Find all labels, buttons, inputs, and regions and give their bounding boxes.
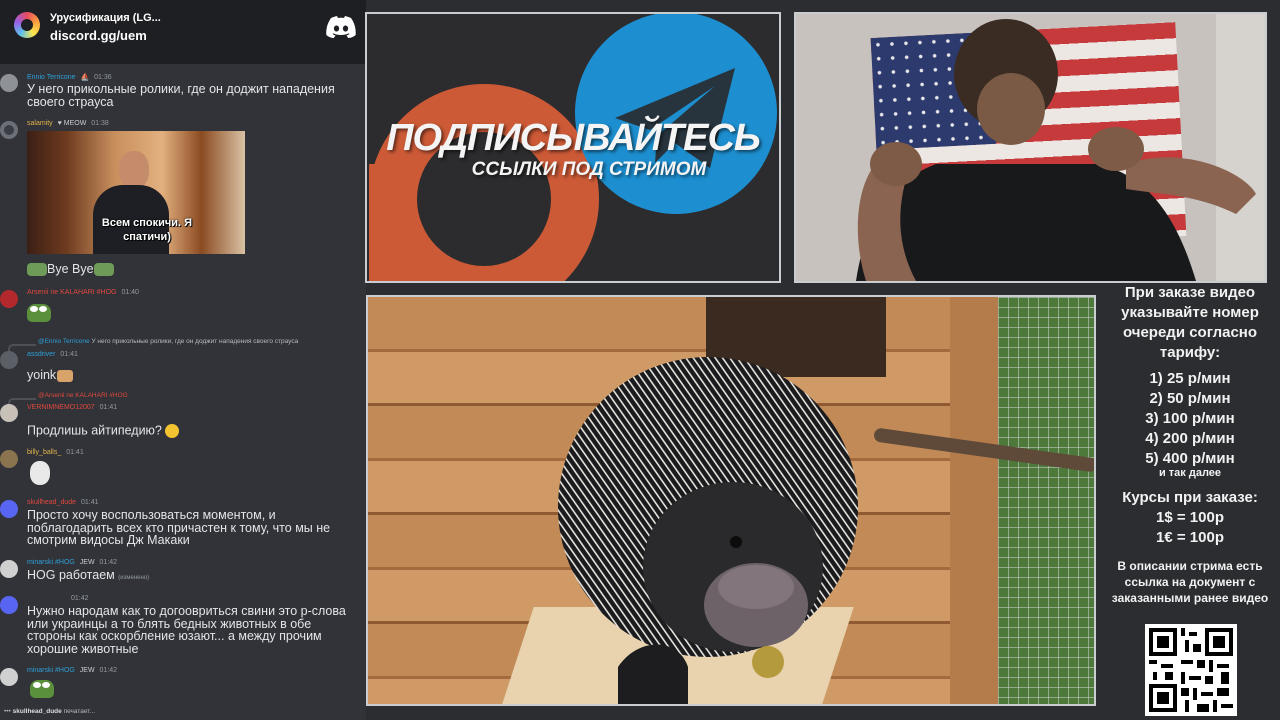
- message-text: У него прикольные ролики, где он доджит …: [27, 82, 335, 109]
- timestamp: 01:38: [91, 120, 109, 127]
- username[interactable]: salamity: [27, 120, 53, 127]
- avatar[interactable]: [0, 404, 18, 422]
- username[interactable]: Arsenii ne KALAHARI #HOG: [27, 289, 116, 296]
- pepe-emoji-icon: [27, 304, 51, 322]
- gif-attachment[interactable]: Всем спокичи. Я спатичи): [27, 131, 245, 254]
- avatar[interactable]: [0, 74, 18, 92]
- rate-usd: 1$ = 100р: [1156, 509, 1224, 526]
- tariff-list: 1) 25 р/мин 2) 50 р/мин 3) 100 р/мин 4) …: [1100, 369, 1280, 469]
- pepe-emoji-icon: [30, 680, 54, 698]
- timestamp: 01:41: [99, 404, 118, 411]
- qr-code[interactable]: [1145, 624, 1237, 716]
- username[interactable]: minarski #HOG: [27, 667, 75, 674]
- typing-indicator: ••• skullhead_dude печатает...: [4, 708, 95, 715]
- username[interactable]: skullhead_dude: [27, 499, 76, 506]
- message-meta: minarski #HOG JEW 01:42: [27, 559, 117, 566]
- role-badge: ♥ MEOW: [57, 120, 87, 127]
- hand-emoji-icon: [57, 369, 74, 382]
- message-meta: assdriver 01:41: [27, 351, 78, 358]
- typing-dots-icon: •••: [4, 708, 11, 715]
- wire-mesh: [998, 297, 1094, 704]
- patreon-stem: [369, 164, 417, 281]
- message-meta: Ennio Terricone ⛵ 01:36: [27, 73, 112, 81]
- message-text: yoink: [27, 369, 363, 382]
- message-meta: Arsenii ne KALAHARI #HOG 01:40: [27, 289, 139, 296]
- avatar[interactable]: [0, 450, 18, 468]
- webcam-feed: [796, 14, 1265, 281]
- timestamp: 01:41: [66, 449, 84, 456]
- timestamp: 01:36: [94, 74, 112, 81]
- username[interactable]: minarski #HOG: [27, 559, 75, 566]
- reply-preview[interactable]: @Arsenii ne KALAHARI #HOG: [38, 392, 128, 399]
- gif-caption: Всем спокичи. Я спатичи): [101, 217, 193, 243]
- pepe-emoji-icon: [27, 263, 47, 277]
- promo-title: ПОДПИСЫВАЙТЕСЬ: [386, 117, 761, 159]
- avatar[interactable]: [0, 290, 18, 308]
- door-frame: [950, 297, 1000, 704]
- timestamp: 01:41: [81, 499, 99, 506]
- username[interactable]: Ennio Terricone: [27, 74, 76, 81]
- message-meta: skullhead_dude 01:41: [27, 499, 99, 506]
- tariff-item: 4) 200 р/мин: [1145, 430, 1235, 447]
- timestamp: 01:41: [60, 351, 78, 358]
- face-emoji-icon: [30, 461, 50, 485]
- timestamp: 01:42: [99, 667, 118, 674]
- chat-header: Урусификация (LG... discord.gg/uem: [0, 0, 366, 64]
- username[interactable]: assdriver: [27, 351, 55, 358]
- message-text: Bye Bye: [27, 263, 363, 277]
- message-meta: salamity ♥ MEOW 01:38: [27, 120, 109, 127]
- porcupine: [558, 357, 858, 704]
- order-info-panel: При заказе видео указывайте номер очеред…: [1100, 283, 1280, 606]
- message-text: Продлишь айтипедию?: [27, 424, 363, 438]
- server-icon[interactable]: [14, 12, 40, 38]
- avatar[interactable]: [0, 121, 18, 139]
- message-meta: billy_balls_ 01:41: [27, 449, 84, 456]
- server-name: Урусификация (LG...: [50, 12, 161, 24]
- tariff-item: 2) 50 р/мин: [1149, 390, 1231, 407]
- avatar[interactable]: [0, 668, 18, 686]
- boat-emoji-icon: ⛵: [80, 74, 90, 81]
- avatar[interactable]: [0, 351, 18, 369]
- tariff-item: 1) 25 р/мин: [1149, 370, 1231, 387]
- streamer-figure: [856, 19, 1256, 281]
- promo-banner: ПОДПИСЫВАЙТЕСЬ ССЫЛКИ ПОД СТРИМОМ: [367, 14, 779, 281]
- promo-subtitle: ССЫЛКИ ПОД СТРИМОМ: [471, 159, 707, 180]
- timestamp: 01:42: [71, 595, 89, 602]
- pepe-emoji-icon: [93, 263, 114, 277]
- avatar[interactable]: [0, 500, 18, 518]
- message-meta: minarski #HOG JEW 01:42: [27, 667, 117, 674]
- avatar[interactable]: [0, 560, 18, 578]
- surprised-emoji-icon: [165, 424, 180, 438]
- username[interactable]: billy_balls_: [27, 449, 61, 456]
- timestamp: 01:42: [99, 559, 118, 566]
- message-text: HOG работаем (изменено): [27, 568, 150, 582]
- rates-title: Курсы при заказе:: [1122, 489, 1258, 506]
- main-video-porcupine: [368, 297, 1094, 704]
- message-meta: VERNIMNEMO12007 01:41: [27, 404, 117, 411]
- discord-logo-icon: [326, 16, 356, 38]
- avatar[interactable]: [0, 596, 18, 614]
- message-text: Просто хочу воспользоваться моментом, и …: [27, 508, 331, 547]
- role-badge: JEW: [79, 559, 95, 566]
- tariff-more: и так далее: [1158, 467, 1222, 479]
- rate-eur: 1€ = 100р: [1156, 529, 1224, 546]
- timestamp: 01:40: [121, 289, 139, 296]
- order-instructions: При заказе видео указывайте номер очеред…: [1121, 284, 1259, 361]
- invite-link[interactable]: discord.gg/uem: [50, 28, 147, 43]
- tariff-item: 3) 100 р/мин: [1145, 410, 1235, 427]
- tariff-item: 5) 400 р/мин: [1145, 450, 1235, 467]
- message-text: Нужно народам как то догоовриться свини …: [27, 604, 346, 656]
- reply-preview[interactable]: @Ennio Terricone У него прикольные ролик…: [38, 338, 298, 345]
- document-note: В описании стрима есть ссылка на докумен…: [1111, 559, 1269, 605]
- username[interactable]: VERNIMNEMO12007: [27, 404, 95, 411]
- message-meta: 01:42: [27, 595, 89, 602]
- role-badge: JEW: [79, 667, 95, 674]
- discord-chat-overlay: Урусификация (LG... discord.gg/uem Ennio…: [0, 0, 366, 720]
